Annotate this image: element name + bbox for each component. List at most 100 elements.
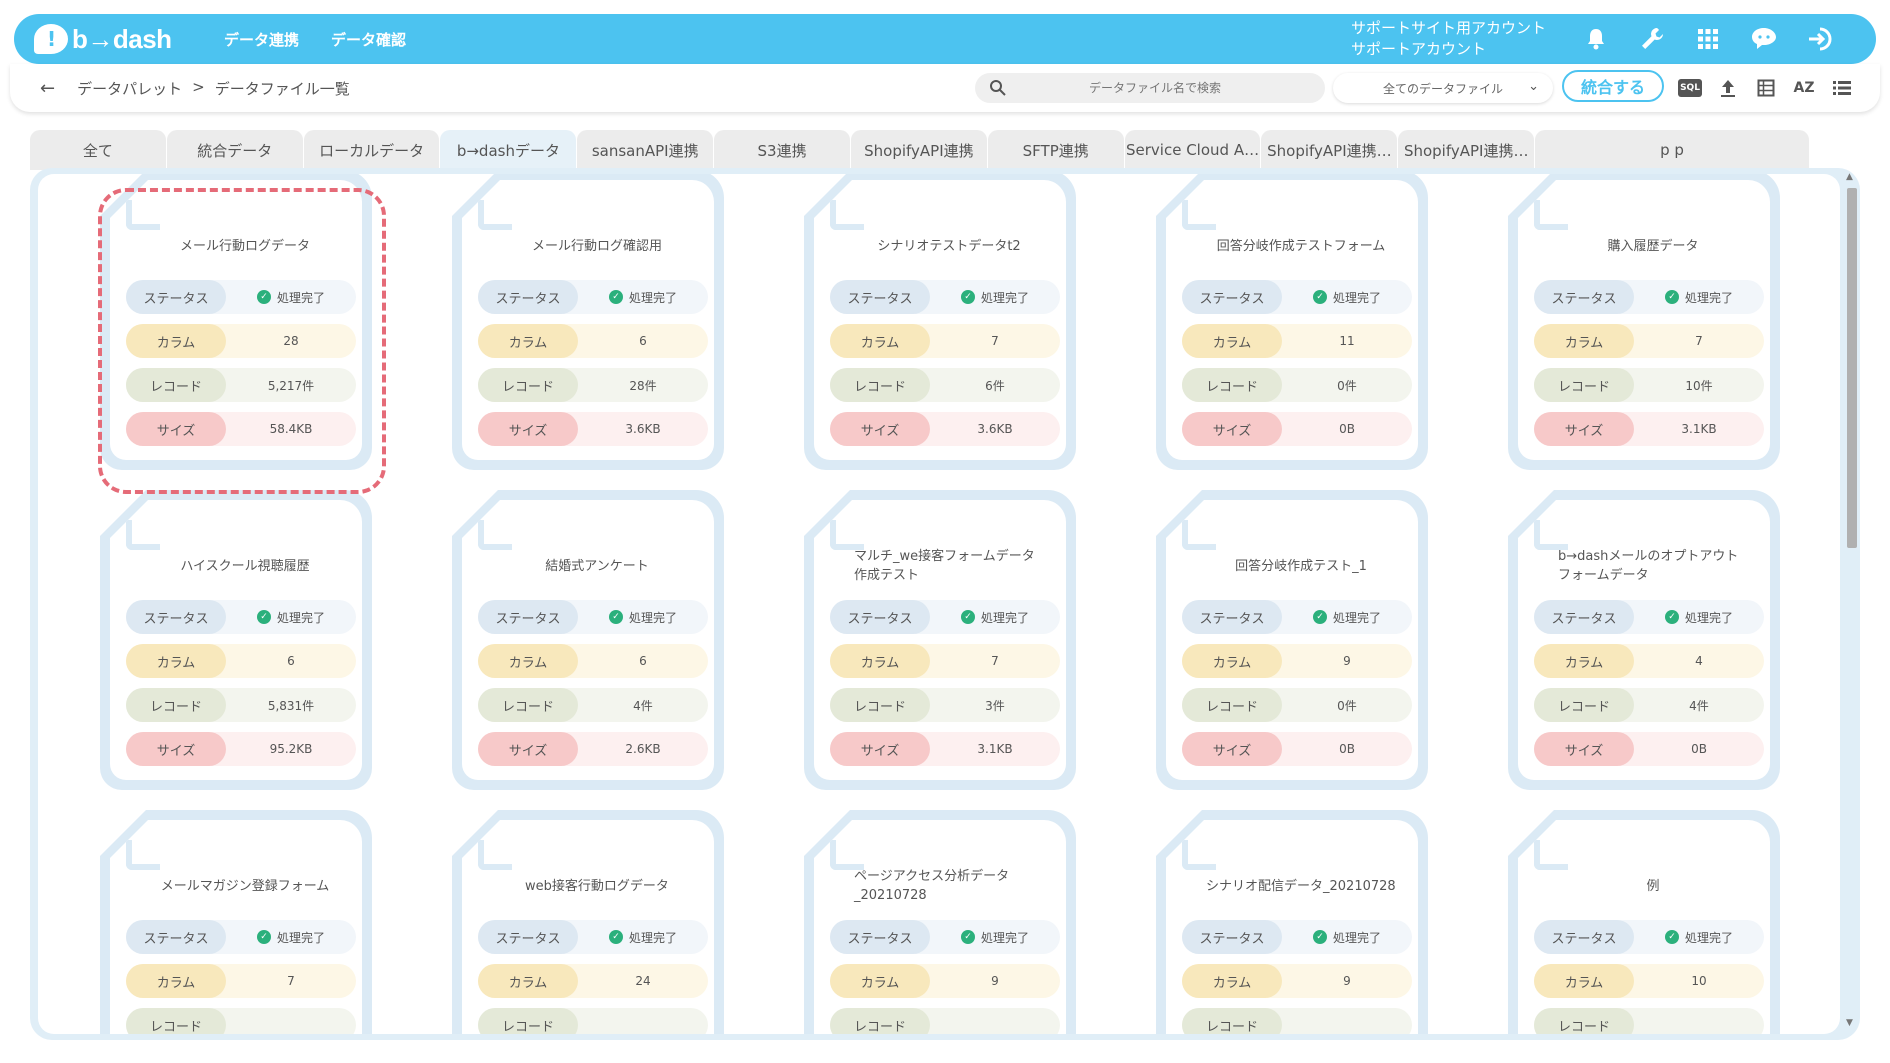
data-file-card[interactable]: ハイスクール視聴履歴 ステータス ✓ 処理完了 カラム 6 レコード 5,831件 サイズ 95.… [100, 490, 372, 790]
tab-local-data[interactable]: ローカルデータ [303, 130, 440, 170]
upload-icon[interactable] [1716, 76, 1740, 100]
data-file-card[interactable]: メール行動ログ確認用 ステータス ✓ 処理完了 カラム 6 レコード 28件 サイズ 3.6KB [452, 174, 724, 470]
tab-sftp[interactable]: SFTP連携 [987, 130, 1124, 170]
card-title: 結婚式アンケート [545, 558, 649, 574]
column-value: 24 [635, 974, 651, 988]
column-row: カラム 10 [1534, 964, 1764, 998]
column-row: カラム 6 [478, 644, 708, 678]
card-body: シナリオテストデータt2 ステータス ✓ 処理完了 カラム 7 レコード 6件 サイズ 3.6KB [814, 180, 1066, 460]
nav-data-check[interactable]: データ確認 [331, 29, 406, 50]
status-row: ステータス ✓ 処理完了 [126, 600, 356, 634]
status-value-wrap: ✓ 処理完了 [578, 289, 708, 306]
wrench-icon[interactable] [1636, 23, 1668, 55]
status-value: 処理完了 [628, 930, 677, 945]
status-row: ステータス ✓ 処理完了 [478, 600, 708, 634]
tab-shopify-api-2[interactable]: ShopifyAPI連携… [1261, 130, 1398, 170]
data-file-card[interactable]: シナリオテストデータt2 ステータス ✓ 処理完了 カラム 7 レコード 6件 サイズ 3.6KB [804, 174, 1076, 470]
merge-button[interactable]: 統合する [1562, 70, 1664, 102]
card-body: シナリオ配信データ_20210728ステータス✓処理完了カラム9レコードサイズ [1166, 820, 1418, 1034]
search-input[interactable] [1015, 81, 1295, 95]
vertical-scrollbar[interactable]: ▲ ▼ [1844, 172, 1858, 1028]
size-value: 0B [1339, 422, 1355, 436]
data-file-card[interactable]: b→dashメールのオプトアウトフォームデータ ステータス ✓ 処理完了 カラム 4 レコー… [1508, 490, 1780, 790]
data-file-card[interactable]: web接客行動ログデータステータス✓処理完了カラム24レコードサイズ [452, 810, 724, 1034]
check-circle-icon: ✓ [960, 290, 975, 304]
back-arrow-icon[interactable]: ← [40, 78, 55, 99]
app-logo[interactable]: b→dash [34, 24, 174, 55]
tab-service-cloud[interactable]: Service Cloud A… [1124, 130, 1261, 170]
tab-merged-data[interactable]: 統合データ [166, 130, 303, 170]
tab-shopify-api[interactable]: ShopifyAPI連携 [850, 130, 987, 170]
card-title: b→dashメールのオプトアウトフォームデータ [1558, 549, 1739, 583]
scroll-up-icon[interactable]: ▲ [1846, 172, 1853, 182]
file-filter-select[interactable]: 全てのデータファイル ⌄ [1333, 73, 1553, 103]
data-file-card[interactable]: 例ステータス✓処理完了カラム10レコードサイズ [1508, 810, 1780, 1034]
status-row: ステータス ✓ 処理完了 [478, 280, 708, 314]
card-body: 例ステータス✓処理完了カラム10レコードサイズ [1518, 820, 1770, 1034]
app-header: b→dash データ連携 データ確認 サポートサイト用アカウント サポートアカウ… [14, 14, 1876, 64]
tab-pp[interactable]: p p [1535, 130, 1809, 170]
sql-icon[interactable]: SQL [1678, 79, 1702, 97]
bell-icon[interactable] [1580, 23, 1612, 55]
record-value: 10件 [1685, 378, 1713, 393]
data-file-grid: メール行動ログデータ ステータス ✓ 処理完了 カラム 28 レコード 5,217件 サイズ 58… [38, 174, 1840, 1034]
logout-icon[interactable] [1804, 23, 1836, 55]
grid-icon[interactable] [1692, 23, 1724, 55]
check-circle-icon: ✓ [1664, 610, 1679, 624]
list-view-icon[interactable] [1830, 76, 1854, 100]
card-body: メール行動ログ確認用 ステータス ✓ 処理完了 カラム 6 レコード 28件 サイズ 3.6KB [462, 180, 714, 460]
column-label: カラム [478, 964, 578, 998]
tab-shopify-api-3[interactable]: ShopifyAPI連携… [1398, 130, 1535, 170]
check-circle-icon: ✓ [608, 930, 623, 944]
status-row: ステータス ✓ 処理完了 [1182, 920, 1412, 954]
card-stats: ステータス ✓ 処理完了 カラム 6 レコード 5,831件 サイズ 95.2KB [126, 600, 356, 776]
check-circle-icon: ✓ [256, 930, 271, 944]
status-value: 処理完了 [980, 930, 1029, 945]
status-value-wrap: ✓ 処理完了 [1282, 289, 1412, 306]
tab-s3[interactable]: S3連携 [714, 130, 850, 170]
size-label: サイズ [126, 412, 226, 446]
column-label: カラム [1534, 644, 1634, 678]
data-file-card[interactable]: シナリオ配信データ_20210728ステータス✓処理完了カラム9レコードサイズ [1156, 810, 1428, 1034]
nav-data-integration[interactable]: データ連携 [224, 29, 299, 50]
sort-az-icon[interactable]: AZ [1792, 76, 1816, 100]
record-row: レコード [1182, 1008, 1412, 1034]
column-label: カラム [478, 324, 578, 358]
record-label: レコード [1182, 688, 1282, 722]
status-value: 処理完了 [1684, 610, 1733, 625]
size-label: サイズ [1182, 732, 1282, 766]
status-value-wrap: ✓ 処理完了 [578, 929, 708, 946]
tab-all[interactable]: 全て [30, 130, 166, 170]
data-file-card[interactable]: 購入履歴データ ステータス ✓ 処理完了 カラム 7 レコード 10件 サイズ 3.1KB [1508, 174, 1780, 470]
column-row: カラム 6 [478, 324, 708, 358]
check-circle-icon: ✓ [1312, 930, 1327, 944]
status-label: ステータス [478, 280, 578, 314]
size-row: サイズ 3.6KB [830, 412, 1060, 446]
card-stats: ステータス✓処理完了カラム7レコードサイズ [126, 920, 356, 1034]
card-stats: ステータス✓処理完了カラム24レコードサイズ [478, 920, 708, 1034]
data-file-card[interactable]: マルチ_we接客フォームデータ作成テスト ステータス ✓ 処理完了 カラム 7 レコード 3件… [804, 490, 1076, 790]
scroll-thumb[interactable] [1847, 188, 1857, 548]
support-chat-icon[interactable] [1748, 23, 1780, 55]
data-file-card[interactable]: 回答分岐作成テスト_1 ステータス ✓ 処理完了 カラム 9 レコード 0件 サイズ 0B [1156, 490, 1428, 790]
data-file-card[interactable]: 回答分岐作成テストフォーム ステータス ✓ 処理完了 カラム 11 レコード 0件 サイズ 0B [1156, 174, 1428, 470]
tab-bdash-data[interactable]: b→dashデータ [440, 130, 577, 170]
data-file-card[interactable]: 結婚式アンケート ステータス ✓ 処理完了 カラム 6 レコード 4件 サイズ 2.6KB [452, 490, 724, 790]
data-file-card[interactable]: ページアクセス分析データ_20210728ステータス✓処理完了カラム9レコードサ… [804, 810, 1076, 1034]
data-file-card[interactable]: メール行動ログデータ ステータス ✓ 処理完了 カラム 28 レコード 5,217件 サイズ 58… [100, 174, 372, 470]
column-value: 28 [283, 334, 299, 348]
record-value: 3件 [985, 698, 1005, 713]
size-row: サイズ 58.4KB [126, 412, 356, 446]
status-row: ステータス ✓ 処理完了 [1534, 280, 1764, 314]
status-value: 処理完了 [1332, 290, 1381, 305]
account-info[interactable]: サポートサイト用アカウント サポートアカウント [1351, 18, 1546, 60]
column-row: カラム 28 [126, 324, 356, 358]
breadcrumb-data-palette[interactable]: データパレット [77, 78, 182, 99]
scroll-down-icon[interactable]: ▼ [1846, 1018, 1853, 1028]
table-view-icon[interactable] [1754, 76, 1778, 100]
column-value: 10 [1691, 974, 1707, 988]
data-file-card[interactable]: メールマガジン登録フォームステータス✓処理完了カラム7レコードサイズ [100, 810, 372, 1034]
data-file-panel: メール行動ログデータ ステータス ✓ 処理完了 カラム 28 レコード 5,217件 サイズ 58… [30, 168, 1860, 1040]
record-row: レコード 4件 [478, 688, 708, 722]
tab-sansan-api[interactable]: sansanAPI連携 [577, 130, 714, 170]
